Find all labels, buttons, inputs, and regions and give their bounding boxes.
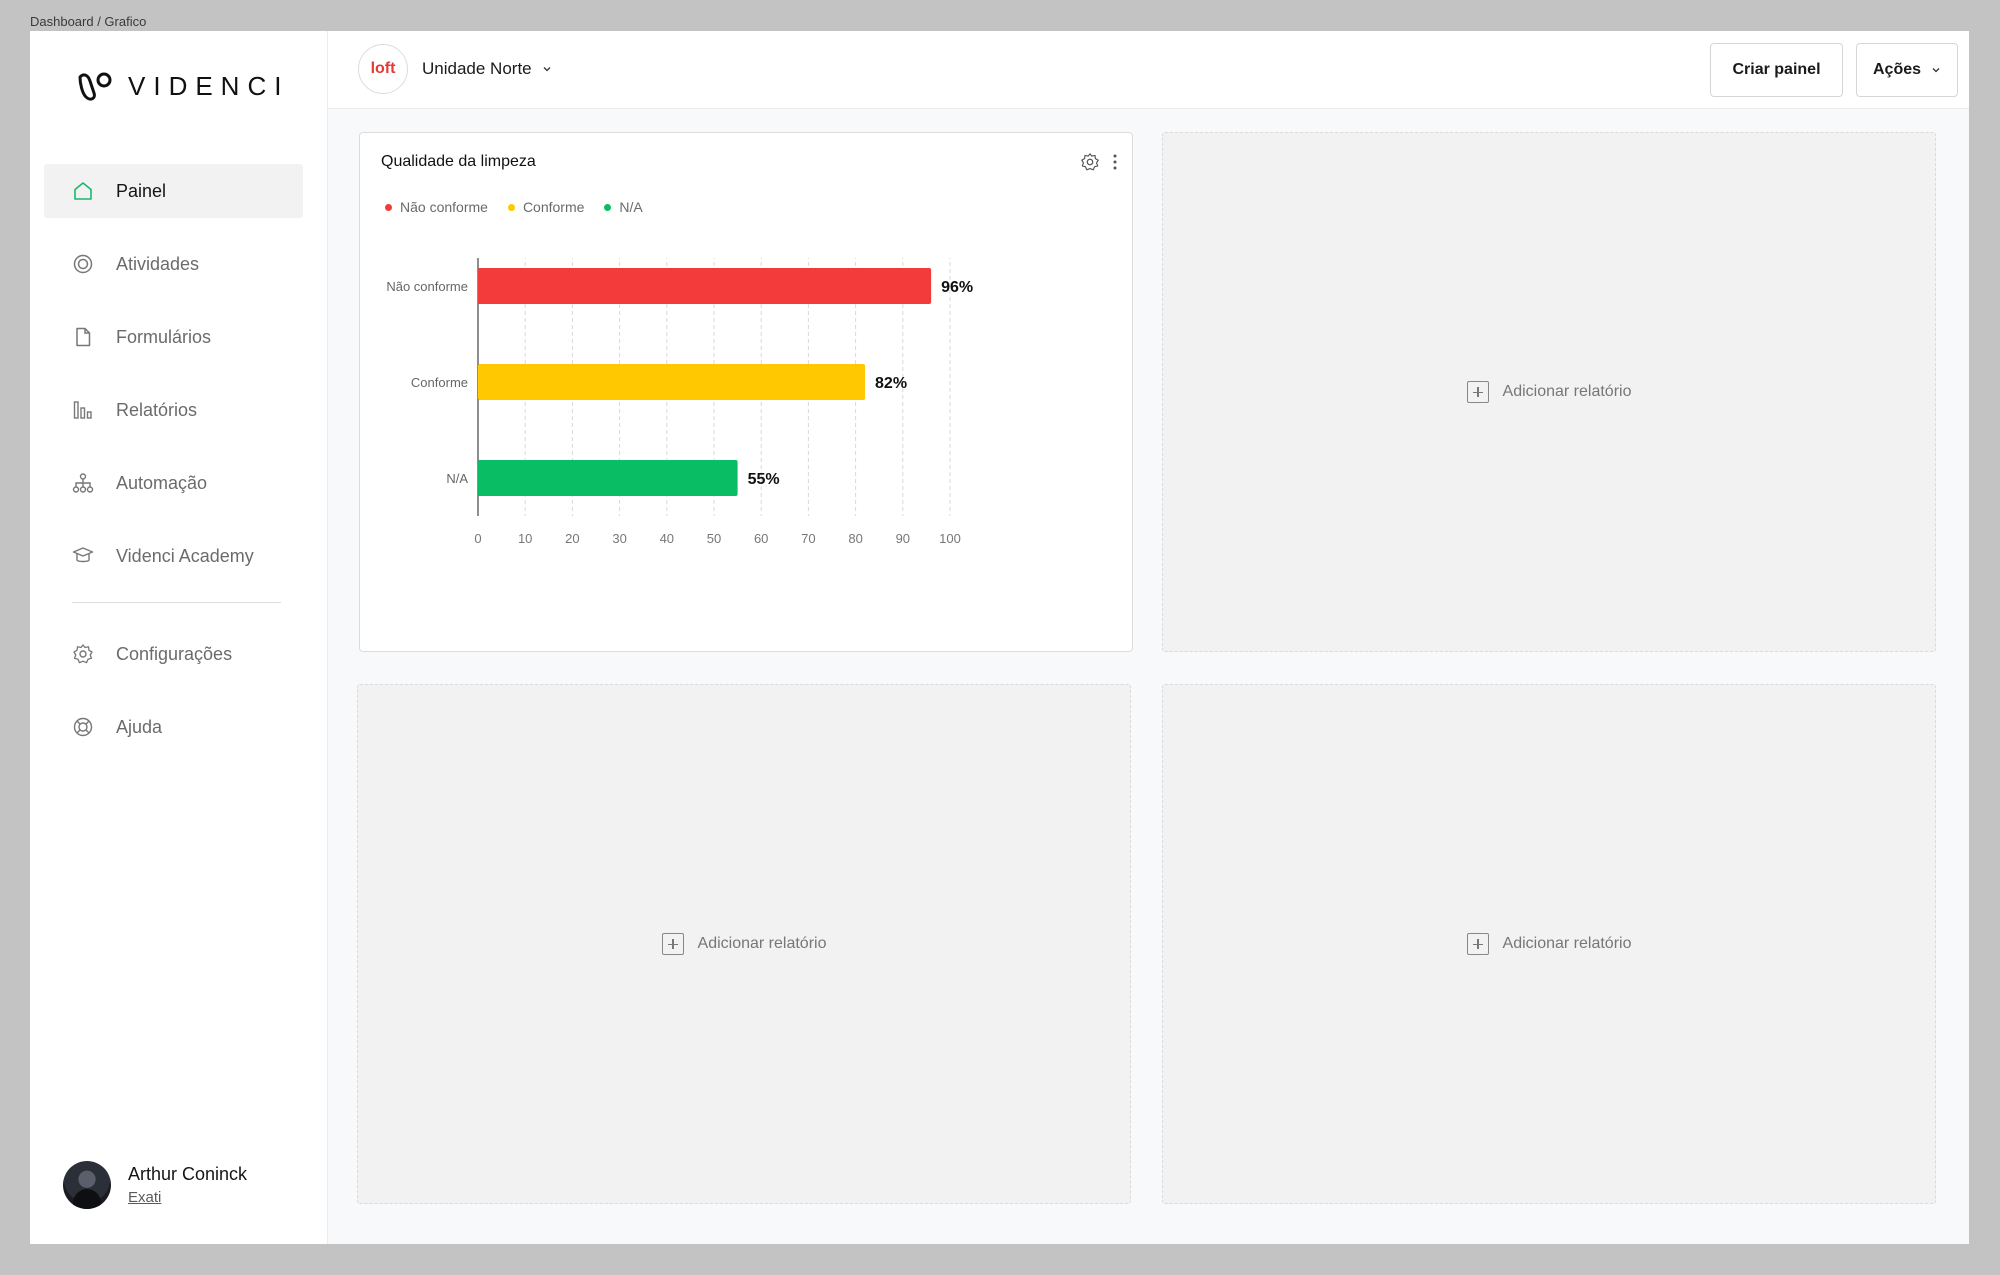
x-tick-label: 30 bbox=[612, 531, 626, 546]
add-report-slot[interactable]: Adicionar relatório bbox=[1162, 132, 1936, 652]
actions-dropdown-button[interactable]: Ações bbox=[1856, 43, 1958, 97]
unit-logo: loft bbox=[358, 44, 408, 94]
legend-dot bbox=[385, 203, 392, 211]
card-tools bbox=[1080, 152, 1118, 172]
data-label: 55% bbox=[748, 471, 780, 488]
legend-label: Conforme bbox=[522, 199, 585, 215]
legend-item-nao-conforme[interactable]: Não conforme bbox=[385, 199, 488, 215]
data-label: 82% bbox=[875, 375, 907, 392]
add-report-label: Adicionar relatório bbox=[1502, 383, 1632, 400]
sidebar-item-atividades[interactable]: Atividades bbox=[44, 237, 303, 291]
add-report-label: Adicionar relatório bbox=[697, 935, 827, 952]
category-label: Não conforme bbox=[386, 279, 468, 294]
app-window: VIDENCI Painel Atividades Formulários Re… bbox=[30, 31, 1969, 1244]
category-label: N/A bbox=[446, 471, 468, 486]
graduation-cap-icon bbox=[72, 545, 94, 567]
sidebar-item-label: Atividades bbox=[116, 253, 200, 274]
main-content: loft Unidade Norte Criar painel Ações Qu… bbox=[328, 31, 1969, 1244]
add-box-icon bbox=[1466, 933, 1489, 955]
bar-2[interactable] bbox=[478, 460, 738, 496]
legend-label: N/A bbox=[619, 199, 643, 215]
x-tick-label: 90 bbox=[896, 531, 910, 546]
hierarchy-icon bbox=[72, 472, 94, 494]
chart-legend: Não conforme Conforme N/A bbox=[385, 199, 643, 215]
lifebuoy-icon bbox=[72, 716, 94, 738]
bar-1[interactable] bbox=[478, 364, 866, 400]
add-box-icon bbox=[661, 933, 684, 955]
bar-chart: 96% Não conforme 82% Conforme 55% N/A 0 10 20 30 4… bbox=[386, 258, 973, 546]
target-icon bbox=[72, 253, 94, 275]
create-panel-button[interactable]: Criar painel bbox=[1710, 43, 1843, 97]
sidebar-item-videnci-academy[interactable]: Videnci Academy bbox=[44, 529, 303, 583]
sidebar-item-label: Painel bbox=[116, 180, 167, 201]
x-tick-label: 0 bbox=[474, 531, 481, 546]
user-name: Arthur Coninck bbox=[128, 1164, 248, 1184]
top-bar: loft Unidade Norte Criar painel Ações bbox=[328, 31, 1969, 109]
document-icon bbox=[72, 326, 94, 348]
x-tick-label: 100 bbox=[939, 531, 961, 546]
card-title: Qualidade da limpeza bbox=[381, 153, 536, 170]
sidebar-item-label: Configurações bbox=[116, 643, 233, 664]
unit-name: Unidade Norte bbox=[422, 59, 532, 78]
legend-label: Não conforme bbox=[400, 199, 488, 215]
sidebar-divider bbox=[72, 602, 281, 603]
add-report-slot[interactable]: Adicionar relatório bbox=[1162, 684, 1936, 1204]
legend-dot bbox=[604, 203, 612, 211]
more-vertical-icon[interactable] bbox=[1112, 153, 1118, 171]
legend-item-conforme[interactable]: Conforme bbox=[507, 199, 585, 215]
brand-name: VIDENCI bbox=[128, 70, 290, 101]
legend-item-na[interactable]: N/A bbox=[604, 199, 643, 215]
avatar[interactable] bbox=[63, 1161, 111, 1209]
x-tick-label: 40 bbox=[660, 531, 674, 546]
sidebar-nav: Painel Atividades Formulários Relatórios bbox=[44, 164, 303, 773]
legend-dot bbox=[507, 203, 515, 211]
x-tick-label: 10 bbox=[518, 531, 532, 546]
sidebar: VIDENCI Painel Atividades Formulários Re… bbox=[30, 31, 328, 1244]
add-report-label: Adicionar relatório bbox=[1502, 935, 1632, 952]
sidebar-item-label: Videnci Academy bbox=[116, 545, 254, 566]
sidebar-item-relatorios[interactable]: Relatórios bbox=[44, 383, 303, 437]
sidebar-item-formularios[interactable]: Formulários bbox=[44, 310, 303, 364]
x-tick-label: 80 bbox=[848, 531, 862, 546]
home-icon bbox=[72, 180, 94, 202]
brand-logo[interactable]: VIDENCI bbox=[74, 69, 289, 103]
sidebar-item-label: Formulários bbox=[116, 326, 212, 347]
add-report-slot[interactable]: Adicionar relatório bbox=[357, 684, 1131, 1204]
bar-chart-icon bbox=[72, 399, 94, 421]
breadcrumb: Dashboard / Grafico bbox=[30, 14, 147, 29]
report-card-cleaning-quality: Qualidade da limpeza Não conforme Confor… bbox=[359, 132, 1133, 652]
sidebar-item-painel[interactable]: Painel bbox=[44, 164, 303, 218]
x-tick-label: 50 bbox=[707, 531, 721, 546]
sidebar-item-label: Automação bbox=[116, 472, 208, 493]
user-org-link[interactable]: Exati bbox=[128, 1189, 247, 1206]
user-profile[interactable]: Arthur Coninck Exati bbox=[63, 1161, 247, 1209]
bar-0[interactable] bbox=[478, 268, 932, 304]
sidebar-item-configuracoes[interactable]: Configurações bbox=[44, 627, 303, 681]
sidebar-item-label: Relatórios bbox=[116, 399, 198, 420]
videnci-logo-icon bbox=[78, 72, 112, 101]
sidebar-item-label: Ajuda bbox=[116, 716, 163, 737]
actions-label: Ações bbox=[1872, 61, 1922, 78]
sidebar-item-automacao[interactable]: Automação bbox=[44, 456, 303, 510]
x-tick-label: 60 bbox=[754, 531, 768, 546]
data-label: 96% bbox=[941, 279, 973, 296]
chevron-down-icon bbox=[1932, 68, 1940, 73]
unit-selector[interactable]: loft Unidade Norte bbox=[358, 44, 552, 94]
category-label: Conforme bbox=[411, 375, 468, 390]
x-tick-label: 70 bbox=[801, 531, 815, 546]
gear-icon bbox=[72, 643, 94, 665]
gear-icon[interactable] bbox=[1080, 152, 1100, 172]
chevron-down-icon bbox=[543, 67, 551, 72]
x-tick-label: 20 bbox=[565, 531, 579, 546]
add-box-icon bbox=[1466, 381, 1489, 403]
sidebar-item-ajuda[interactable]: Ajuda bbox=[44, 700, 303, 754]
